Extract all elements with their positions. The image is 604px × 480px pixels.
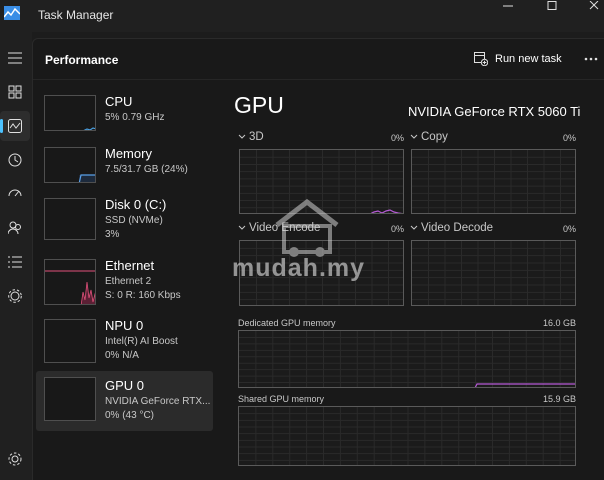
graph-grid [412,150,575,213]
close-icon [589,1,599,10]
graph-video-decode [411,240,576,306]
nav-services[interactable] [0,281,30,311]
cpu-thumbnail-graph [44,95,96,131]
engine-percent: 0% [390,224,404,234]
engine-selector-copy[interactable]: Copy [410,131,448,143]
device-name: CPU [105,94,133,109]
watermark-text: mudah.my [232,254,366,282]
run-new-task-button[interactable]: Run new task [474,50,562,68]
device-detail-2: 3% [105,229,120,240]
task-manager-app-icon [4,6,20,20]
window-title: Task Manager [38,8,114,22]
nav-processes[interactable] [0,77,30,107]
chevron-down-icon [238,134,246,139]
app-history-icon [8,153,22,167]
graph-shared-memory [238,406,576,466]
device-detail-2: 0% N/A [105,350,139,361]
detail-title: GPU [234,92,284,118]
chevron-down-icon [410,134,418,139]
npu-thumbnail-graph [44,319,96,363]
device-name: Memory [105,146,152,161]
more-dots-icon [584,57,598,61]
engine-label: Copy [421,131,448,143]
device-detail: Intel(R) AI Boost [105,336,178,347]
device-item-gpu[interactable]: GPU 0 NVIDIA GeForce RTX... 0% (43 °C) [36,371,213,431]
dedicated-memory-label: Dedicated GPU memory [238,318,336,328]
graph-dedicated-memory [238,330,576,388]
nav-startup-apps[interactable] [0,179,30,209]
dedicated-memory-value: 16.0 GB [542,318,576,328]
3d-usage-line [370,209,403,213]
device-item-cpu[interactable]: CPU 5% 0.79 GHz [36,91,213,149]
settings-icon [8,452,22,466]
engine-percent: 0% [562,224,576,234]
performance-icon [8,119,22,133]
device-name: Disk 0 (C:) [105,197,167,212]
details-icon [8,256,22,268]
engine-selector-video-decode[interactable]: Video Decode [410,222,493,234]
device-item-npu[interactable]: NPU 0 Intel(R) AI Boost 0% N/A [36,315,213,373]
device-detail: 5% 0.79 GHz [105,112,165,123]
nav-settings[interactable] [0,444,30,474]
disk-thumbnail-graph [44,198,96,240]
hamburger-menu-button[interactable] [0,43,30,73]
device-item-memory[interactable]: Memory 7.5/31.7 GB (24%) [36,143,213,201]
shared-memory-value: 15.9 GB [542,394,576,404]
chevron-down-icon [410,225,418,230]
run-new-task-label: Run new task [495,53,562,65]
device-name: GPU 0 [105,378,145,393]
device-detail: Ethernet 2 [105,276,152,287]
device-detail: 7.5/31.7 GB (24%) [105,164,188,175]
chevron-down-icon [238,225,246,230]
header-divider [33,79,604,80]
nav-performance[interactable] [0,111,30,141]
title-bar: Task Manager [0,0,604,32]
memory-thumbnail-graph [44,147,96,183]
device-detail: NVIDIA GeForce RTX... [105,396,211,407]
gpu-model-name: NVIDIA GeForce RTX 5060 Ti [408,104,581,119]
graph-grid [412,241,575,305]
nav-users[interactable] [0,213,30,243]
hamburger-icon [8,52,22,64]
device-detail-2: 0% (43 °C) [105,410,155,421]
device-item-ethernet[interactable]: Ethernet Ethernet 2 S: 0 R: 160 Kbps [36,255,213,313]
graph-3d [239,149,404,214]
processes-icon [8,85,22,99]
device-item-disk[interactable]: Disk 0 (C:) SSD (NVMe) 3% [36,194,213,252]
engine-label: Video Decode [421,222,494,234]
close-button[interactable] [574,0,604,14]
device-name: NPU 0 [105,318,144,333]
graph-grid [240,150,403,213]
graph-grid [239,331,575,387]
graph-grid [239,407,575,465]
device-detail-2: S: 0 R: 160 Kbps [105,290,181,301]
nav-app-history[interactable] [0,145,30,175]
engine-label: 3D [249,131,264,143]
engine-selector-video-encode[interactable]: Video Encode [238,222,320,234]
more-options-button[interactable] [582,50,600,68]
maximize-icon [547,1,557,10]
minimize-icon [503,5,513,7]
navigation-rail [0,32,32,480]
device-name: Ethernet [105,258,155,273]
engine-percent: 0% [390,133,404,143]
maximize-button[interactable] [532,0,572,14]
users-icon [8,221,21,235]
run-task-icon [474,52,488,66]
shared-memory-label: Shared GPU memory [238,394,325,404]
minimize-button[interactable] [488,0,528,14]
dedicated-memory-usage-line [474,383,575,387]
device-detail: SSD (NVMe) [105,215,163,226]
services-icon [8,289,22,303]
engine-selector-3d[interactable]: 3D [238,131,264,143]
engine-label: Video Encode [249,222,321,234]
nav-details[interactable] [0,247,30,277]
ethernet-thumbnail-graph [44,259,96,305]
gpu-thumbnail-graph [44,377,96,421]
engine-percent: 0% [562,133,576,143]
startup-apps-icon [8,189,22,197]
graph-copy [411,149,576,214]
page-title: Performance [45,53,119,67]
